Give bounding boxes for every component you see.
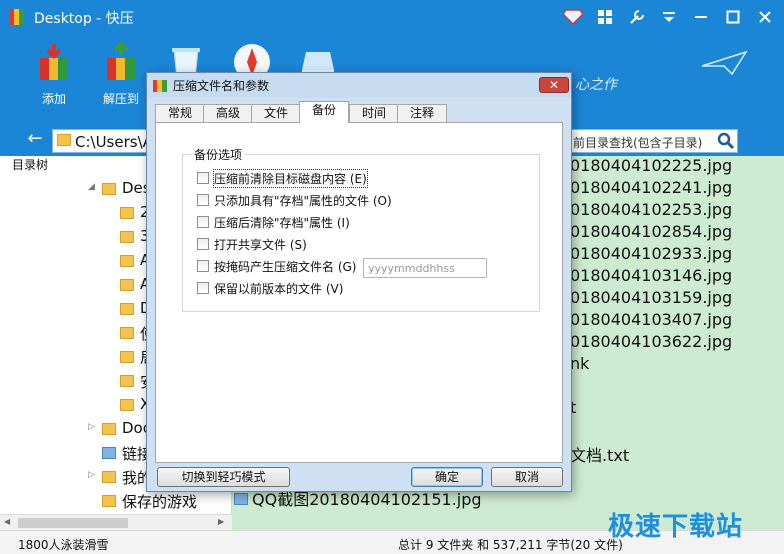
switch-lite-mode-button[interactable]: 切换到轻巧模式 — [157, 467, 290, 487]
file-item[interactable]: 0180404103622.jpg — [570, 332, 732, 351]
status-summary: 总计 9 文件夹 和 537,211 字节(20 文件) — [398, 538, 623, 552]
option-label: 打开共享文件 (S) — [214, 238, 307, 252]
folder-icon — [120, 375, 134, 387]
folder-icon — [120, 231, 134, 243]
app-logo-icon — [9, 9, 24, 25]
scroll-right-icon[interactable]: ▶ — [218, 517, 224, 526]
file-item[interactable]: 0180404102854.jpg — [570, 222, 732, 241]
file-item[interactable]: 文档.txt — [570, 442, 629, 466]
folder-icon — [120, 255, 134, 267]
option-label: 只添加具有"存档"属性的文件 (O) — [214, 194, 392, 208]
dialog-body: 常规 高级 文件 备份 时间 注释 备份选项 压缩前清除目标磁盘内容 (E) 只… — [155, 101, 563, 463]
wrench-icon[interactable] — [626, 6, 648, 28]
dropdown-menu-icon[interactable] — [658, 6, 680, 28]
file-item[interactable]: nk — [570, 354, 589, 373]
tab-comment[interactable]: 注释 — [397, 104, 447, 123]
folder-icon — [102, 423, 116, 435]
checkbox-box[interactable] — [197, 260, 209, 272]
tab-advanced[interactable]: 高级 — [203, 104, 253, 123]
folder-icon — [102, 471, 116, 483]
image-file-icon — [234, 493, 248, 505]
tab-general[interactable]: 常规 — [155, 104, 205, 123]
backup-tab-panel: 备份选项 压缩前清除目标磁盘内容 (E) 只添加具有"存档"属性的文件 (O) … — [155, 122, 563, 463]
option-label: 压缩后清除"存档"属性 (I) — [214, 216, 350, 230]
ok-button[interactable]: 确定 — [411, 467, 483, 487]
mask-format-input[interactable]: yyyymmddhhss — [363, 258, 487, 278]
folder-icon — [120, 351, 134, 363]
folder-icon — [120, 327, 134, 339]
dialog-title: 压缩文件名和参数 — [173, 79, 270, 93]
dialog-close-button[interactable]: ✕ — [539, 77, 569, 93]
extract-archive-icon — [107, 42, 135, 80]
checkbox-box[interactable] — [197, 172, 209, 184]
tab-backup[interactable]: 备份 — [299, 101, 349, 123]
file-item-label: QQ截图20180404102151.jpg — [252, 490, 482, 509]
collapse-arrow-icon[interactable]: ◢ — [88, 182, 95, 192]
folder-icon — [120, 303, 134, 315]
checkbox-box[interactable] — [197, 238, 209, 250]
back-arrow-icon[interactable]: ← — [24, 128, 46, 152]
maximize-icon[interactable] — [722, 6, 744, 28]
file-item[interactable]: 0180404103407.jpg — [570, 310, 732, 329]
app-titlebar: Desktop - 快压 — [0, 0, 784, 34]
add-button[interactable]: 添加 — [26, 40, 82, 110]
folder-icon — [57, 134, 71, 146]
folder-icon — [120, 207, 134, 219]
tagline: 心之作 — [575, 77, 617, 93]
file-item[interactable]: 0180404103159.jpg — [570, 288, 732, 307]
add-archive-icon — [40, 44, 68, 80]
checkbox-box[interactable] — [197, 282, 209, 294]
group-title: 备份选项 — [191, 146, 246, 163]
file-item[interactable]: 0180404102253.jpg — [570, 200, 732, 219]
tree-item-label: 保存的游戏 — [122, 493, 198, 511]
extract-to-button[interactable]: 解压到 — [93, 40, 149, 110]
file-item[interactable]: 0180404102241.jpg — [570, 178, 732, 197]
file-item[interactable]: 0180404102225.jpg — [570, 156, 732, 175]
window-title: Desktop - 快压 — [34, 11, 134, 27]
close-icon[interactable] — [754, 6, 776, 28]
checkbox-box[interactable] — [197, 194, 209, 206]
path-input[interactable]: C:\Users\A — [52, 129, 153, 153]
option-label: 压缩前清除目标磁盘内容 (E) — [213, 169, 368, 188]
vip-diamond-icon[interactable] — [562, 6, 584, 28]
dialog-titlebar[interactable]: 压缩文件名和参数 ✕ — [147, 73, 571, 97]
backup-options-group: 备份选项 压缩前清除目标磁盘内容 (E) 只添加具有"存档"属性的文件 (O) … — [182, 146, 540, 312]
grid-menu-icon[interactable] — [594, 6, 616, 28]
folder-icon — [102, 183, 116, 195]
horizontal-scrollbar[interactable]: ◀ ▶ — [0, 514, 232, 530]
search-placeholder: 前目录查找(包含子目录) — [573, 136, 703, 150]
status-ad-text[interactable]: 1800人泳装滑雪 — [18, 536, 109, 553]
search-input[interactable]: 前目录查找(包含子目录) — [568, 129, 738, 153]
checkbox-box[interactable] — [197, 216, 209, 228]
tab-files[interactable]: 文件 — [251, 104, 301, 123]
scroll-thumb[interactable] — [18, 518, 128, 528]
watermark-logo: 极速下载站 — [608, 512, 744, 542]
link-folder-icon — [102, 447, 116, 459]
archive-params-dialog: 压缩文件名和参数 ✕ 常规 高级 文件 备份 时间 注释 备份选项 压缩前清除目… — [146, 72, 572, 492]
file-item[interactable]: 0180404103146.jpg — [570, 266, 732, 285]
cancel-button[interactable]: 取消 — [491, 467, 563, 487]
minimize-icon[interactable] — [690, 6, 712, 28]
path-text: C:\Users\A — [75, 133, 153, 151]
file-item[interactable]: 0180404102933.jpg — [570, 244, 732, 263]
extract-to-label: 解压到 — [102, 92, 139, 106]
paper-plane-icon — [701, 50, 748, 76]
expand-arrow-icon[interactable]: ▷ — [88, 470, 95, 480]
tab-strip: 常规 高级 文件 备份 时间 注释 — [155, 101, 563, 123]
dialog-app-icon — [153, 80, 167, 92]
expand-arrow-icon[interactable]: ▷ — [88, 422, 95, 432]
search-icon[interactable] — [717, 132, 735, 150]
option-label: 按掩码产生压缩文件名 (G) — [214, 260, 357, 274]
add-label: 添加 — [41, 92, 66, 106]
folder-icon — [120, 399, 134, 411]
folder-icon — [120, 279, 134, 291]
option-label: 保留以前版本的文件 (V) — [214, 282, 344, 296]
scroll-left-icon[interactable]: ◀ — [4, 517, 10, 526]
tab-time[interactable]: 时间 — [349, 104, 399, 123]
folder-icon — [102, 495, 116, 507]
